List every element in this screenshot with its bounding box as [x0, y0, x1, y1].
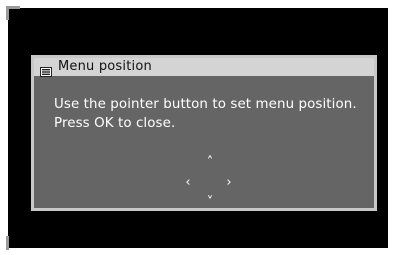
- dialog-message: Use the pointer button to set menu posit…: [54, 95, 364, 133]
- pointer-down-icon[interactable]: ˅: [203, 196, 217, 209]
- pointer-left-icon[interactable]: ‹: [181, 176, 195, 189]
- frame-corner-bottom-left: [6, 236, 9, 250]
- menu-icon: [40, 62, 52, 77]
- dialog-titlebar: Menu position: [34, 58, 374, 77]
- message-line-1: Use the pointer button to set menu posit…: [54, 97, 357, 112]
- message-line-2: Press OK to close.: [54, 116, 176, 131]
- dialog-title: Menu position: [58, 59, 152, 74]
- pointer-up-icon[interactable]: ˄: [203, 156, 217, 169]
- camera-screen: Menu position Use the pointer button to …: [0, 0, 396, 255]
- frame-corner-top-left-vertical: [6, 6, 9, 20]
- menu-position-dialog: Menu position Use the pointer button to …: [31, 55, 377, 211]
- pointer-right-icon[interactable]: ›: [222, 176, 236, 189]
